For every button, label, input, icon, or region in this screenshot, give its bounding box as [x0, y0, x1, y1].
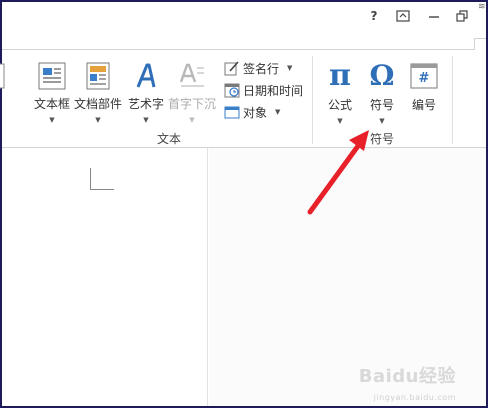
watermark-sub: jingyan.baidu.com: [373, 393, 456, 402]
red-arrow-annotation: [307, 130, 369, 215]
baidu-watermark: Baidu经验 jingyan.baidu.com: [358, 362, 456, 402]
watermark-main: Baidu经验: [358, 366, 456, 387]
